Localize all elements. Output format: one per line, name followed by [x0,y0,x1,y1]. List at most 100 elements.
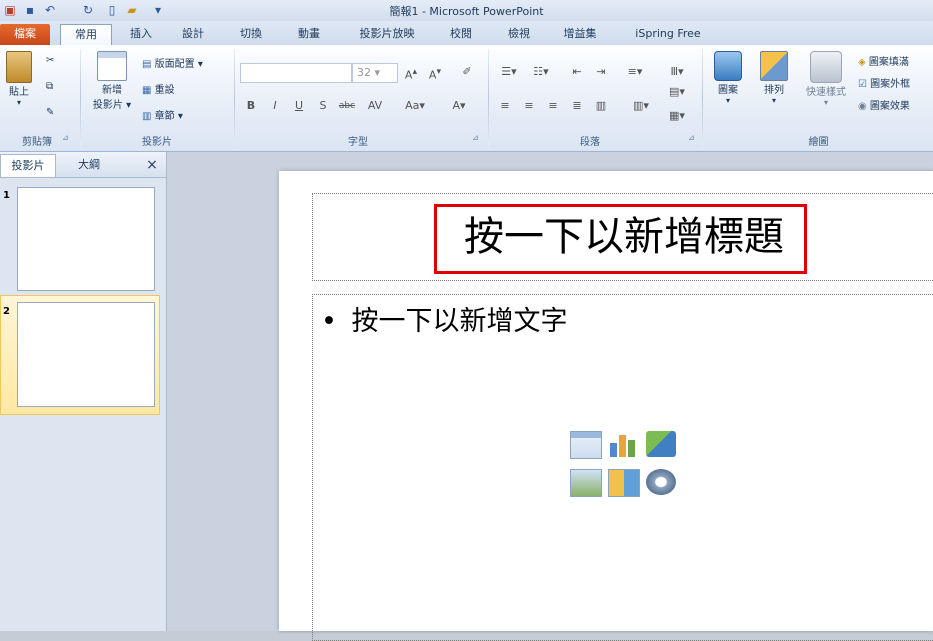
arrange-label: 排列 [764,85,784,96]
format-painter-icon[interactable]: ✎ [46,107,54,118]
shape-outline-label: 圖案外框 [870,79,911,90]
tab-transitions[interactable]: 切換 [228,24,274,45]
paste-icon [6,51,32,83]
smartart-icon[interactable]: ▦▾ [664,107,690,125]
arrange-icon [760,51,788,81]
reset-button[interactable]: ▦ 重設 [142,81,175,96]
shape-effects-label: 圖案效果 [869,101,910,112]
text-direction-icon[interactable]: Ⅲ▾ [664,63,690,81]
cut-icon[interactable]: ✂ [46,55,54,66]
clear-format-icon[interactable]: ✐ [458,63,476,81]
align-right-icon[interactable]: ≡ [544,97,562,115]
shape-fill-button[interactable]: ◈ 圖案填滿 [858,53,909,68]
tab-file[interactable]: 檔案 [0,24,50,45]
insert-clipart-icon[interactable] [608,469,640,497]
paragraph-group-label: 段落 [580,137,600,148]
quick-styles-icon [810,51,842,83]
columns-icon[interactable]: ▥▾ [628,97,654,115]
slide-canvas: 按一下以新增標題 • 按一下以新增文字 [279,171,933,641]
shrink-font-icon[interactable]: A▾ [426,63,444,82]
section-button[interactable]: ▥ 章節 ▾ [142,107,183,122]
char-spacing-icon[interactable]: AV [366,97,384,115]
font-color-icon[interactable]: A▾ [446,97,472,115]
shadow-icon[interactable]: S [314,97,332,115]
tab-slideshow[interactable]: 投影片放映 [344,24,430,45]
tab-home[interactable]: 常用 [60,24,112,46]
paragraph-launcher-icon[interactable]: ⊿ [688,133,695,142]
tab-animations[interactable]: 動畫 [286,24,332,45]
insert-table-icon[interactable] [570,431,602,459]
change-case-icon[interactable]: Aa▾ [400,97,430,115]
quick-styles-label: 快速樣式 [806,87,846,98]
drawing-group-label: 繪圖 [808,137,829,148]
strikethrough-icon[interactable]: abc [338,97,356,115]
numbering-icon[interactable]: ☷▾ [528,63,554,81]
body-placeholder-text[interactable]: • 按一下以新增文字 [321,299,568,338]
align-left-icon[interactable]: ≡ [496,97,514,115]
slides-pane: 投影片 大綱 × 1 2 [0,152,167,631]
ribbon: 貼上 ▾ ✂ ⧉ ✎ 剪貼簿 ⊿ 新增 投影片 ▾ ▤ 版面配置 ▾ ▦ 重設 … [0,45,933,152]
paste-button[interactable]: 貼上 ▾ [2,51,36,107]
arrange-button[interactable]: 排列 ▾ [754,51,794,105]
tab-view[interactable]: 檢視 [496,24,542,45]
tab-outline[interactable]: 大綱 [62,154,116,176]
shapes-icon [714,51,742,81]
bullets-icon[interactable]: ☰▾ [496,63,522,81]
slide-thumbnail-1[interactable] [17,187,155,291]
line-spacing-icon[interactable]: ≡▾ [622,63,648,81]
insert-smartart-icon[interactable] [646,431,676,457]
increase-indent-icon[interactable]: ⇥ [592,63,610,81]
divider [702,49,703,147]
quick-styles-button[interactable]: 快速樣式 ▾ [798,51,854,107]
ribbon-tabs: 檔案 常用 插入 設計 切換 動畫 投影片放映 校閱 檢視 增益集 iSprin… [0,21,933,46]
new-slide-button[interactable]: 新增 投影片 ▾ [86,51,138,111]
grow-font-icon[interactable]: A▴ [402,63,420,82]
distributed-icon[interactable]: ▥ [592,97,610,115]
tab-slides[interactable]: 投影片 [0,154,56,177]
layout-button[interactable]: ▤ 版面配置 ▾ [142,55,203,70]
title-bar: ▣ ▪ ↶ ↻ ▯ ▰ ▾ 簡報1 - Microsoft PowerPoint [0,0,933,21]
slide-number: 2 [3,306,10,317]
paste-label: 貼上 [9,87,29,98]
divider [80,49,81,147]
underline-icon[interactable]: U [290,97,308,115]
justify-icon[interactable]: ≣ [568,97,586,115]
shape-outline-button[interactable]: ☑ 圖案外框 [858,75,910,90]
reset-label: 重設 [154,85,175,96]
body-placeholder[interactable] [312,294,933,641]
tab-insert[interactable]: 插入 [118,24,164,45]
body-text: 按一下以新增文字 [351,306,568,337]
decrease-indent-icon[interactable]: ⇤ [568,63,586,81]
tab-design[interactable]: 設計 [170,24,216,45]
align-text-icon[interactable]: ▤▾ [664,83,690,101]
shape-fill-label: 圖案填滿 [868,57,909,68]
shapes-button[interactable]: 圖案 ▾ [708,51,748,105]
section-label: 章節 [154,111,175,122]
tab-ispring[interactable]: iSpring Free [620,24,716,45]
title-placeholder-text[interactable]: 按一下以新增標題 [449,212,799,262]
close-pane-icon[interactable]: × [140,154,164,176]
font-group-label: 字型 [348,137,368,148]
new-slide-icon [97,51,127,81]
italic-icon[interactable]: I [266,97,284,115]
shapes-label: 圖案 [718,85,738,96]
window-title: 簡報1 - Microsoft PowerPoint [389,5,544,18]
slide-thumbnail-2[interactable] [17,302,155,407]
tab-review[interactable]: 校閱 [438,24,484,45]
shape-effects-button[interactable]: ◉ 圖案效果 [858,97,910,112]
font-launcher-icon[interactable]: ⊿ [472,133,479,142]
font-name-combo[interactable] [240,63,352,83]
clipboard-launcher-icon[interactable]: ⊿ [62,133,69,142]
copy-icon[interactable]: ⧉ [46,81,53,92]
insert-picture-icon[interactable] [570,469,602,497]
pane-tabs: 投影片 大綱 × [0,152,166,178]
font-size-combo[interactable]: 32 ▾ [352,63,398,83]
divider [234,49,235,147]
tab-addins[interactable]: 增益集 [552,24,608,45]
new-slide-label-2: 投影片 [92,100,123,111]
insert-media-icon[interactable] [646,469,676,495]
insert-chart-icon[interactable] [608,431,638,457]
align-center-icon[interactable]: ≡ [520,97,538,115]
slide-number: 1 [3,190,10,201]
bold-icon[interactable]: B [242,97,260,115]
